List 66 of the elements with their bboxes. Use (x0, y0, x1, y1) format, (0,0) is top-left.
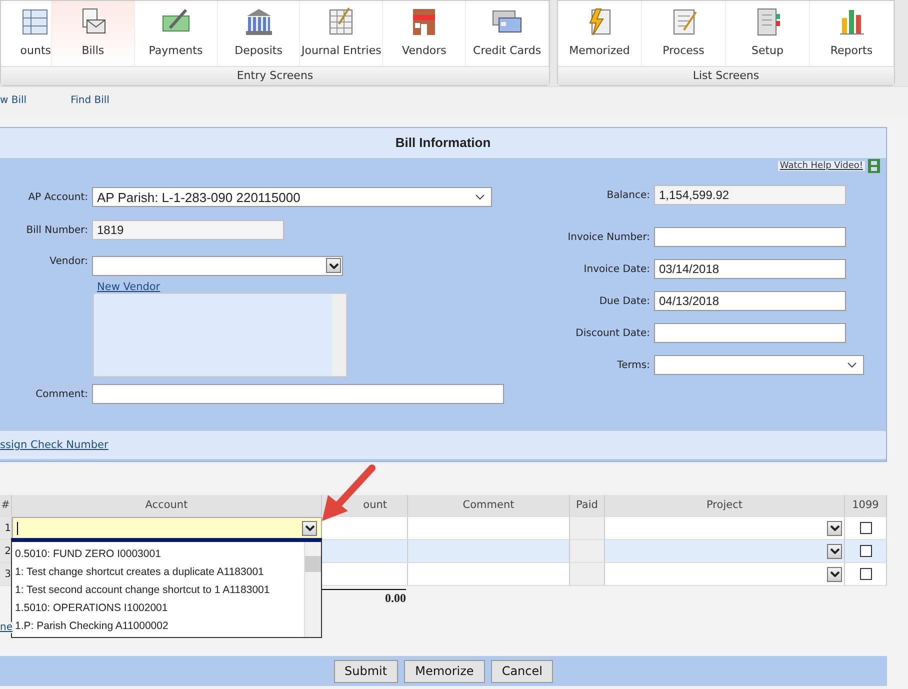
form-title: Bill Information (0, 128, 886, 158)
chevron-icon (830, 571, 840, 577)
assign-check-number-link[interactable]: ssign Check Number (0, 439, 108, 451)
field-label: Balance: (606, 190, 650, 200)
new-vendor-link[interactable]: New Vendor (97, 281, 540, 294)
help-video-link[interactable]: Watch Help Video! (778, 161, 865, 171)
dropdown-option[interactable]: 0.5010: FUND ZERO I0003001 (12, 545, 304, 563)
checkbox[interactable] (860, 545, 872, 557)
link[interactable]: ne (0, 622, 14, 633)
action-button[interactable]: Memorize (404, 660, 485, 682)
column-header: Account (12, 495, 322, 516)
group-label: List Screens (558, 66, 894, 85)
group-label: Entry Screens (1, 66, 549, 85)
chevron-icon (304, 525, 314, 531)
field-label: Comment: (34, 388, 88, 400)
text-field[interactable] (654, 227, 846, 247)
chevron-icon (328, 262, 338, 268)
dropdown-button[interactable] (326, 258, 341, 273)
table-row[interactable]: 1 (0, 517, 887, 540)
field-label: AP Account: (27, 192, 88, 202)
row-number: 2 (0, 540, 12, 562)
column-header: Comment (408, 495, 570, 516)
text-field[interactable]: 04/13/2018 (654, 291, 846, 311)
row-number: 1 (0, 517, 12, 539)
toolbar-button[interactable]: Bills (52, 1, 135, 66)
field-label: Vendor: (48, 256, 88, 266)
text-field[interactable] (654, 323, 846, 343)
comment-field[interactable] (92, 384, 504, 404)
scrollbar[interactable] (332, 294, 346, 376)
terms-select[interactable] (654, 355, 864, 375)
checkbox[interactable] (860, 568, 872, 580)
text-cursor (17, 522, 18, 534)
field-label: Terms: (616, 360, 650, 370)
dropdown-option[interactable]: 1: Test change shortcut creates a duplicate A1183001 (12, 563, 304, 581)
chevron-icon (847, 362, 857, 368)
field-label: Bill Number: (25, 224, 88, 236)
row-number: 3 (0, 563, 12, 585)
film-icon (868, 159, 880, 173)
checkbox[interactable] (860, 522, 872, 534)
account-select[interactable]: AP Parish: L-1-283-090 220115000 (92, 187, 492, 207)
dropdown-button[interactable] (302, 520, 317, 536)
dropdown-button[interactable] (827, 566, 842, 582)
column-header: 1099 (845, 495, 887, 516)
dropdown-button[interactable] (827, 520, 842, 536)
dropdown-option[interactable]: 1.P: Parish Checking A11000002 (12, 617, 304, 635)
field-label: Discount Date: (574, 328, 650, 338)
bill-number-field[interactable]: 1819 (92, 220, 284, 240)
dropdown-button[interactable] (827, 544, 842, 558)
scrollbar[interactable] (304, 542, 321, 637)
field-label: Invoice Date: (582, 264, 650, 274)
column-header: Paid (570, 495, 605, 516)
chevron-icon (475, 194, 485, 200)
nav-link[interactable]: w Bill (0, 94, 27, 106)
dropdown-option[interactable]: 1.5010: OPERATIONS I1002001 (12, 599, 304, 617)
action-button[interactable]: Submit (334, 660, 398, 682)
nav-link[interactable]: Find Bill (70, 94, 110, 106)
action-button[interactable]: Cancel (490, 660, 554, 682)
text-field[interactable]: 03/14/2018 (654, 259, 846, 279)
column-header: Project (605, 495, 845, 516)
chevron-icon (830, 548, 840, 554)
account-field[interactable] (12, 517, 322, 539)
field-label: Due Date: (598, 296, 650, 306)
field-label: Invoice Number: (566, 232, 650, 242)
balance-field: 1,154,599.92 (654, 185, 846, 205)
chevron-icon (830, 525, 840, 531)
column-header: # (0, 495, 12, 516)
